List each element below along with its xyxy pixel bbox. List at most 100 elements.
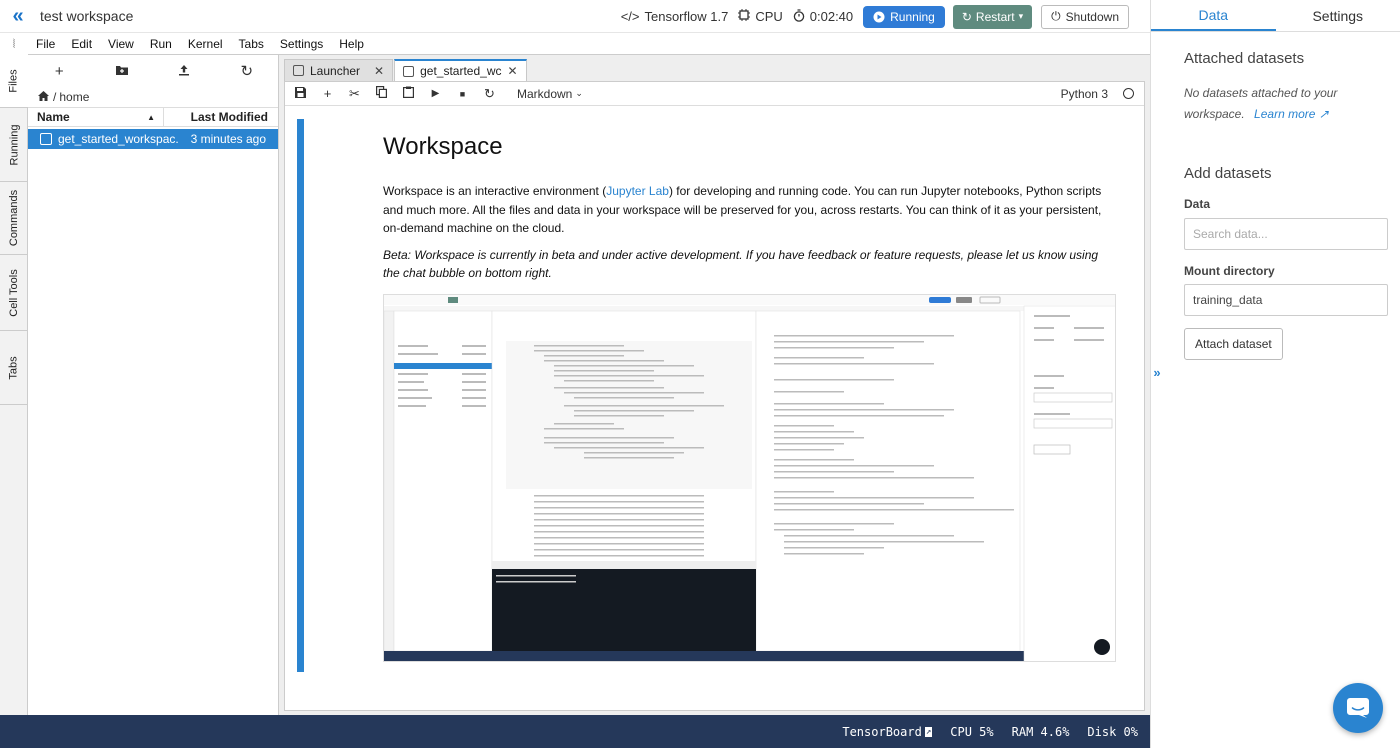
chevron-down-icon: ▾	[1018, 11, 1024, 21]
home-icon	[38, 90, 49, 104]
breadcrumb-sep: /	[53, 90, 57, 104]
close-icon[interactable]: ✕	[374, 64, 384, 78]
markdown-cell[interactable]: Workspace Workspace is an interactive en…	[383, 132, 1118, 291]
tab-files[interactable]: Files	[0, 55, 28, 108]
tab-commands[interactable]: Commands	[0, 182, 28, 255]
menu-view[interactable]: View	[108, 37, 134, 51]
cell-type-dropdown[interactable]: Markdown ⌄	[517, 87, 583, 101]
chevron-down-icon: ⌄	[575, 88, 583, 98]
tab-tabs[interactable]: Tabs	[0, 331, 28, 405]
menu-run[interactable]: Run	[150, 37, 172, 51]
chip-icon	[738, 9, 751, 24]
tab-cell-tools-label: Cell Tools	[8, 268, 20, 317]
menu-bar: File Edit View Run Kernel Tabs Settings …	[28, 33, 1150, 55]
column-modified-header[interactable]: Last Modified	[164, 110, 278, 124]
stopwatch-icon	[793, 8, 805, 25]
menu-tabs[interactable]: Tabs	[239, 37, 264, 51]
restart-icon: ↻	[961, 9, 972, 24]
menu-help[interactable]: Help	[339, 37, 364, 51]
stop-icon[interactable]: ■	[449, 89, 476, 99]
timer-indicator: 0:02:40	[793, 8, 854, 25]
file-row[interactable]: get_started_workspac... 3 minutes ago	[28, 129, 278, 149]
data-label: Data	[1184, 197, 1211, 211]
kernel-name[interactable]: Python 3	[1061, 87, 1108, 101]
file-list-header: Name ▲ Last Modified	[28, 107, 278, 127]
restart-kernel-icon[interactable]: ↻	[476, 86, 503, 102]
attach-dataset-button[interactable]: Attach dataset	[1184, 328, 1283, 360]
no-datasets-note: No datasets attached to your workspace. …	[1184, 83, 1388, 125]
save-icon[interactable]	[287, 86, 314, 101]
notebook-cells: Workspace Workspace is an interactive en…	[285, 106, 1144, 710]
copy-icon[interactable]	[368, 86, 395, 101]
intro-text-a: Workspace is an interactive environment …	[383, 184, 607, 198]
running-button[interactable]: Running	[863, 5, 945, 28]
power-icon: ⏻	[1051, 9, 1061, 23]
mount-directory-input[interactable]	[1184, 284, 1388, 316]
chat-bubble-button[interactable]	[1333, 683, 1383, 733]
upload-icon[interactable]	[164, 63, 204, 80]
tab-launcher-label: Launcher	[310, 63, 361, 78]
cpu-usage: CPU 5%	[950, 724, 994, 739]
learn-more-link[interactable]: Learn more ↗	[1254, 107, 1329, 121]
column-name-label: Name	[37, 110, 70, 124]
close-icon[interactable]: ✕	[508, 64, 518, 78]
notebook-panel: + ✂ ▶ ■ ↻ Markdown ⌄ Python 3 Workspace …	[284, 81, 1145, 711]
attached-datasets-section: Attached datasets No datasets attached t…	[1151, 32, 1400, 125]
mount-directory-label: Mount directory	[1184, 264, 1275, 278]
menu-kernel[interactable]: Kernel	[188, 37, 223, 51]
tab-running-label: Running	[8, 124, 21, 165]
breadcrumb[interactable]: / home	[28, 87, 278, 107]
jupyter-lab-link[interactable]: Jupyter Lab	[606, 184, 669, 198]
notebook-icon	[403, 65, 415, 77]
right-panel-tabs: Data Settings	[1151, 0, 1400, 32]
expand-panel-icon[interactable]: »	[1150, 362, 1164, 382]
tab-launcher[interactable]: Launcher ✕	[284, 59, 394, 81]
paste-icon[interactable]	[395, 86, 422, 101]
tab-cell-tools[interactable]: Cell Tools	[0, 255, 28, 331]
menu-settings[interactable]: Settings	[280, 37, 323, 51]
breadcrumb-home[interactable]: home	[59, 90, 89, 104]
collapse-sidebar-icon[interactable]: «	[0, 0, 36, 33]
new-folder-icon[interactable]	[102, 63, 142, 80]
code-icon: </>	[620, 9, 640, 24]
running-label: Running	[890, 9, 935, 24]
tab-data[interactable]: Data	[1151, 0, 1276, 31]
right-panel: Data Settings Attached datasets No datas…	[1150, 0, 1400, 748]
cut-icon[interactable]: ✂	[341, 86, 368, 102]
device-indicator: CPU	[738, 9, 783, 24]
tab-running[interactable]: Running	[0, 108, 28, 182]
new-launcher-icon[interactable]: +	[39, 63, 79, 80]
status-bar: TensorBoard ↗ CPU 5% RAM 4.6% Disk 0%	[0, 715, 1150, 748]
intro-paragraph: Workspace is an interactive environment …	[383, 182, 1118, 238]
beta-notice: Beta: Workspace is currently in beta and…	[383, 247, 1099, 281]
jupyter-logo-icon: ⦚	[12, 36, 16, 51]
column-name-header[interactable]: Name ▲	[28, 108, 164, 126]
framework-label: Tensorflow 1.7	[644, 9, 729, 24]
data-search-input[interactable]	[1184, 218, 1388, 250]
cell-type-label: Markdown	[517, 86, 573, 101]
tab-settings[interactable]: Settings	[1276, 0, 1400, 31]
timer-label: 0:02:40	[809, 9, 854, 24]
tab-tabs-label: Tabs	[8, 355, 20, 380]
run-icon[interactable]: ▶	[422, 88, 449, 99]
launcher-icon	[293, 65, 304, 76]
menu-file[interactable]: File	[36, 37, 55, 51]
restart-label: Restart	[975, 9, 1015, 24]
chat-icon	[1347, 698, 1369, 718]
attached-datasets-title: Attached datasets	[1184, 50, 1305, 67]
top-bar: « test workspace </> Tensorflow 1.7 CPU …	[0, 0, 1150, 33]
restart-button[interactable]: ↻ Restart ▾	[952, 4, 1033, 29]
tensorboard-label: TensorBoard	[842, 724, 922, 739]
workspace-screenshot-image	[383, 294, 1116, 662]
ram-usage: RAM 4.6%	[1011, 724, 1070, 739]
add-datasets-title: Add datasets	[1184, 165, 1272, 182]
shutdown-button[interactable]: ⏻ Shutdown	[1041, 4, 1129, 29]
tab-notebook[interactable]: get_started_wc ✕	[394, 59, 527, 81]
add-cell-icon[interactable]: +	[314, 86, 341, 101]
menu-edit[interactable]: Edit	[71, 37, 92, 51]
external-link-icon: ↗	[1318, 107, 1329, 121]
refresh-icon[interactable]: ↻	[227, 62, 267, 80]
workspace-title: test workspace	[40, 8, 134, 24]
tensorboard-link[interactable]: TensorBoard ↗	[824, 724, 933, 739]
document-tab-bar: Launcher ✕ get_started_wc ✕	[279, 59, 1150, 81]
